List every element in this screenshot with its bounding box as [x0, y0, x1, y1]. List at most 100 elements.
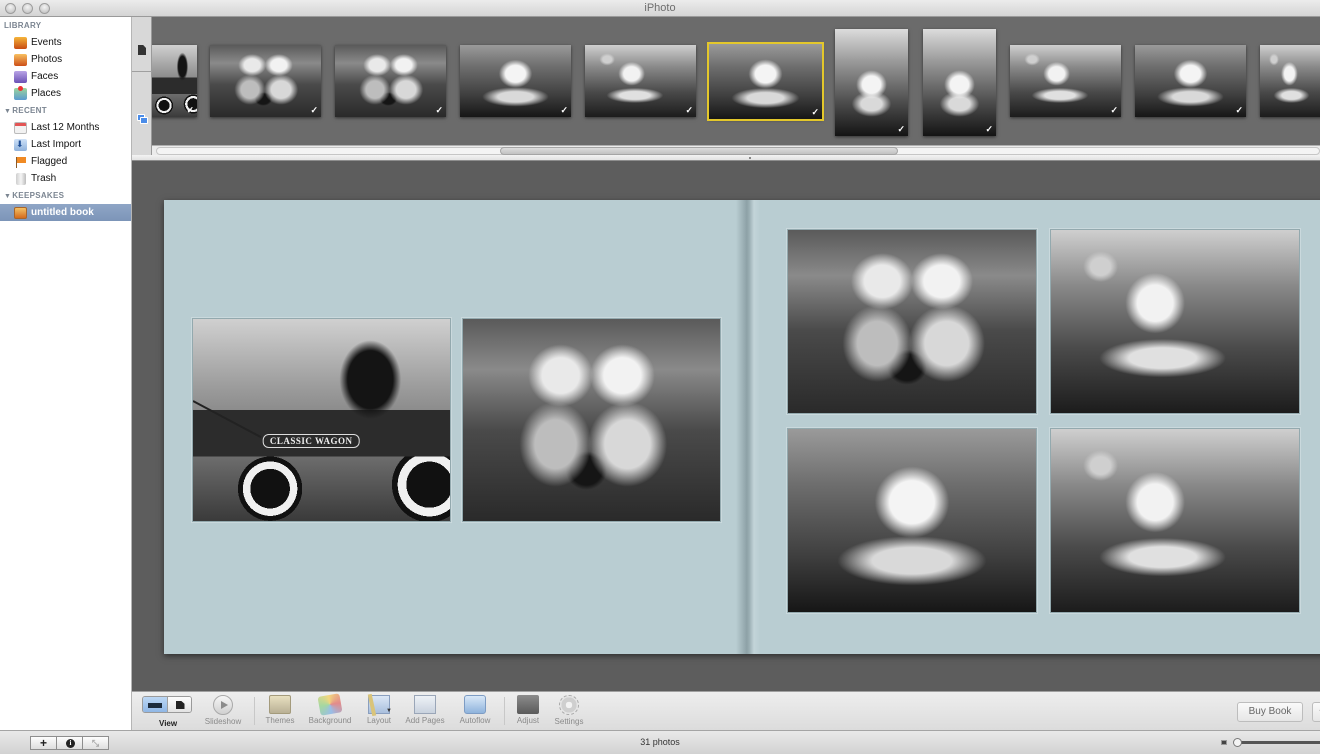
- adjust-label: Adjust: [516, 716, 540, 725]
- sidebar-item-label: untitled book: [31, 207, 94, 218]
- zoom-slider-track[interactable]: [1237, 741, 1320, 744]
- zoom-slider[interactable]: [1233, 738, 1320, 747]
- book-spread: CLASSIC WAGON: [164, 200, 1320, 654]
- photo-two-girls: [788, 230, 1036, 413]
- filmstrip-thumbnail[interactable]: [1260, 45, 1320, 117]
- sidebar-item-photos[interactable]: Photos: [0, 51, 131, 68]
- layout-button[interactable]: ▼ Layout: [353, 695, 405, 725]
- scrollbar-thumb[interactable]: [500, 147, 898, 155]
- placed-checkmark-icon: ✓: [985, 124, 993, 134]
- filmstrip-thumbnail[interactable]: ✓: [210, 45, 321, 117]
- filmstrip-thumbnail[interactable]: ✓: [1010, 45, 1121, 117]
- book-photo[interactable]: [1050, 428, 1300, 613]
- themes-icon: [269, 695, 291, 714]
- disclosure-triangle-icon[interactable]: ▼: [4, 103, 11, 120]
- settings-button[interactable]: Settings: [543, 695, 595, 726]
- page-view-icon[interactable]: [138, 45, 146, 55]
- thumbnail-image: [460, 45, 571, 117]
- spread-view-icon[interactable]: [143, 697, 167, 712]
- sidebar-item-label: Events: [31, 37, 62, 48]
- book-photo[interactable]: [462, 318, 721, 522]
- filmstrip-thumbnail[interactable]: ✓: [923, 29, 996, 136]
- placed-checkmark-icon: ✓: [1110, 105, 1118, 115]
- thumbnail-image: [210, 45, 321, 117]
- book-photo[interactable]: [787, 428, 1037, 613]
- sidebar-item-faces[interactable]: Faces: [0, 68, 131, 85]
- placed-checkmark-icon: ✓: [685, 105, 693, 115]
- filmstrip-thumbnail[interactable]: ✓: [1135, 45, 1246, 117]
- filmstrip-thumbnail[interactable]: ✓: [707, 42, 824, 121]
- more-button[interactable]: +: [1312, 702, 1320, 722]
- thumbnail-image: [585, 45, 696, 117]
- buy-book-button[interactable]: Buy Book: [1237, 702, 1303, 722]
- sidebar-item-label: Last 12 Months: [31, 122, 100, 133]
- placed-checkmark-icon: ✓: [435, 105, 443, 115]
- disclosure-triangle-icon[interactable]: ▼: [4, 188, 11, 205]
- thumbnail-image: [1010, 45, 1121, 117]
- sidebar-item-last-12-months[interactable]: Last 12 Months: [0, 119, 131, 136]
- sidebar-item-label: Flagged: [31, 156, 68, 167]
- bottom-toolbar: View Slideshow Themes Background ▼ Layou…: [132, 691, 1320, 730]
- photos-view-icon[interactable]: [137, 114, 148, 125]
- splitter-grip-icon[interactable]: [749, 157, 751, 159]
- window-title: iPhoto: [644, 2, 676, 14]
- sidebar-item-places[interactable]: Places: [0, 85, 131, 102]
- background-button[interactable]: Background: [304, 693, 356, 725]
- placed-checkmark-icon: ✓: [1235, 105, 1243, 115]
- sidebar-item-flagged[interactable]: Flagged: [0, 153, 131, 170]
- zoom-slider-thumb[interactable]: [1233, 738, 1242, 747]
- book-photo[interactable]: [1050, 229, 1300, 414]
- filmstrip-thumbnail[interactable]: ✓: [835, 29, 908, 136]
- section-heading-library: LIBRARY: [4, 21, 42, 30]
- faces-icon: [14, 70, 27, 83]
- photos-icon: [14, 53, 27, 66]
- add-pages-label: Add Pages: [405, 716, 445, 725]
- section-heading-recent[interactable]: ▼RECENT: [0, 102, 131, 119]
- thumbnail-image: [835, 29, 908, 136]
- sidebar-item-untitled-book[interactable]: untitled book: [0, 204, 131, 221]
- filmstrip-thumbnail[interactable]: ✓: [585, 45, 696, 117]
- photo-girl-lying: [788, 429, 1036, 612]
- photo-girl-lying: [1051, 230, 1299, 413]
- filmstrip-mode-bar: [132, 17, 152, 157]
- single-page-view-icon[interactable]: [166, 697, 191, 712]
- flag-icon: [14, 156, 27, 168]
- play-icon: [213, 695, 233, 715]
- dropdown-arrow-icon: ▼: [386, 708, 392, 714]
- places-icon: [14, 85, 27, 100]
- filmstrip-thumbnail[interactable]: ✓: [460, 45, 571, 117]
- settings-icon: [559, 695, 579, 715]
- sidebar-item-trash[interactable]: Trash: [0, 170, 131, 187]
- events-icon: [14, 36, 27, 49]
- photo-count: 31 photos: [640, 737, 680, 747]
- thumbnail-image: [1260, 45, 1320, 117]
- book-canvas: CLASSIC WAGON: [132, 161, 1320, 691]
- view-toggle[interactable]: [142, 696, 192, 713]
- add-pages-button[interactable]: Add Pages: [399, 695, 451, 725]
- calendar-icon: [14, 121, 27, 134]
- sidebar-item-label: Places: [31, 88, 62, 99]
- wagon-label: CLASSIC WAGON: [262, 434, 360, 449]
- filmstrip-scrollbar[interactable]: [152, 145, 1320, 155]
- section-heading-label: RECENT: [12, 106, 47, 115]
- book-photo[interactable]: [787, 229, 1037, 414]
- autoflow-label: Autoflow: [459, 716, 491, 725]
- book-spine: [736, 200, 760, 654]
- wagon-handle: [193, 399, 262, 438]
- book-photo[interactable]: CLASSIC WAGON: [192, 318, 451, 522]
- settings-label: Settings: [554, 717, 584, 726]
- photo-filmstrip[interactable]: ✓ ✓ ✓ ✓ ✓ ✓ ✓ ✓ ✓ ✓: [152, 17, 1320, 145]
- zoom-out-icon[interactable]: [1221, 740, 1227, 745]
- sidebar-item-last-import[interactable]: Last Import: [0, 136, 131, 153]
- sidebar-item-events[interactable]: Events: [0, 34, 131, 51]
- source-list: LIBRARY Events Photos Faces Places ▼RECE…: [0, 17, 132, 730]
- slideshow-button[interactable]: Slideshow: [197, 695, 249, 726]
- themes-button[interactable]: Themes: [254, 695, 306, 725]
- autoflow-button[interactable]: Autoflow: [449, 695, 501, 725]
- filmstrip-thumbnail[interactable]: ✓: [152, 45, 197, 117]
- filmstrip-thumbnail[interactable]: ✓: [335, 45, 446, 117]
- add-pages-icon: [414, 695, 436, 714]
- book-icon: [14, 206, 27, 219]
- section-heading-keepsakes[interactable]: ▼KEEPSAKES: [0, 187, 131, 204]
- thumbnail-image: [335, 45, 446, 117]
